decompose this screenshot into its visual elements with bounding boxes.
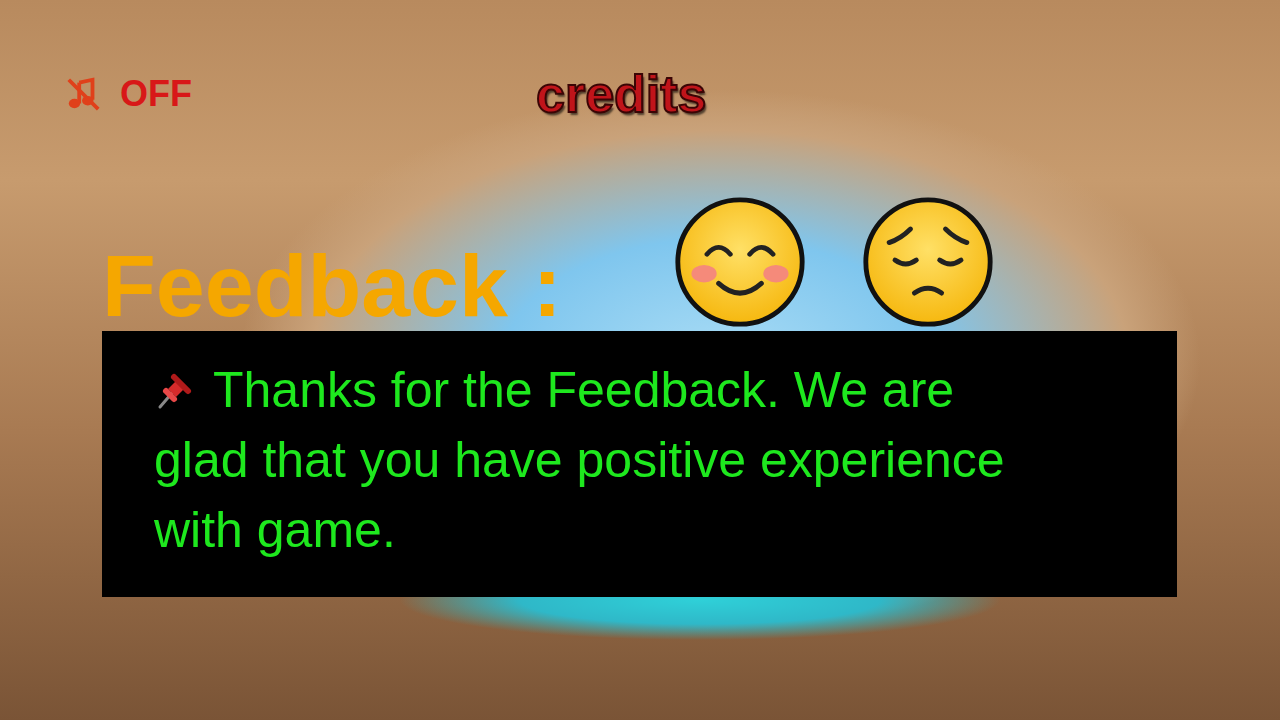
pushpin-icon [154,371,194,411]
message-text: Thanks for the Feedback. We are glad tha… [154,355,1054,565]
game-screen: OFF credits Feedback : Thanks for the Feed… [0,0,1280,720]
sad-feedback-button[interactable] [860,194,996,330]
sad-face-icon [860,194,996,330]
music-toggle[interactable]: OFF [64,73,304,115]
feedback-title: Feedback : [102,242,562,330]
top-bar: OFF credits [64,66,1177,122]
music-label: OFF [120,73,192,115]
message-box: Thanks for the Feedback. We are glad tha… [102,331,1177,597]
credits-button[interactable]: credits [530,64,713,124]
music-off-icon [64,75,102,113]
smiling-face-icon [672,194,808,330]
feedback-row: Feedback : [102,206,1177,326]
happy-feedback-button[interactable] [672,194,808,330]
